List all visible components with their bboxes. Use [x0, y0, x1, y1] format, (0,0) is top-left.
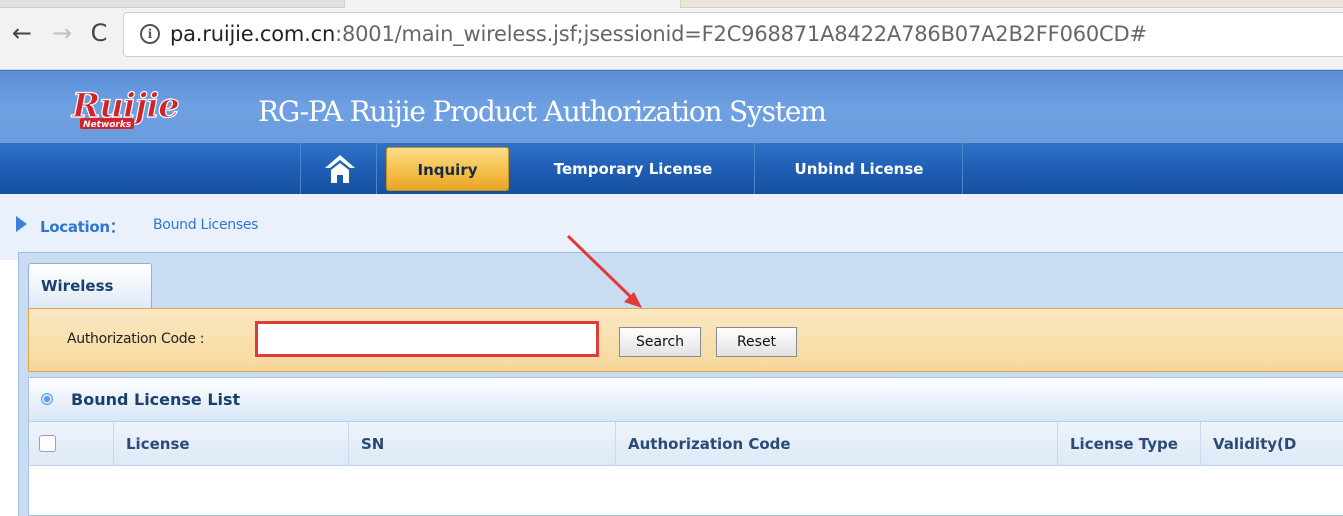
url-text[interactable]: pa.ruijie.com.cn:8001/main_wireless.jsf;…: [170, 22, 1147, 46]
menu-divider: [962, 143, 963, 195]
menu-item-inquiry[interactable]: Inquiry: [386, 147, 509, 191]
main-menu: Inquiry Temporary License Unbind License: [0, 142, 1343, 195]
authorization-code-label: Authorization Code :: [67, 331, 205, 347]
reset-button[interactable]: Reset: [716, 327, 797, 357]
url-path: :8001/main_wireless.jsf;jsessionid=F2C96…: [335, 22, 1147, 46]
menu-divider: [754, 143, 755, 195]
column-header-sn[interactable]: SN: [348, 422, 615, 466]
bullet-icon: [42, 394, 52, 404]
url-host: pa.ruijie.com.cn: [170, 22, 336, 46]
home-icon[interactable]: [322, 151, 358, 187]
column-header-license[interactable]: License: [113, 422, 348, 466]
column-header-validity[interactable]: Validity(D: [1200, 422, 1343, 466]
breadcrumb: Location： Bound Licenses: [0, 194, 1343, 260]
list-title: Bound License List: [71, 390, 241, 409]
app-header: Ruijie Networks RG-PA Ruijie Product Aut…: [0, 70, 1343, 142]
column-header-license-type[interactable]: License Type: [1057, 422, 1200, 466]
app-title: RG-PA Ruijie Product Authorization Syste…: [258, 95, 827, 128]
browser-tab[interactable]: [0, 0, 345, 8]
search-bar: Authorization Code : Search Reset: [28, 308, 1343, 372]
forward-arrow-icon[interactable]: →: [48, 18, 76, 48]
bound-license-list: Bound License List License SN Authorizat…: [28, 377, 1343, 516]
location-arrow-icon: [16, 216, 27, 232]
address-bar[interactable]: i pa.ruijie.com.cn:8001/main_wireless.js…: [123, 12, 1343, 57]
ruijie-logo: Ruijie Networks: [70, 85, 180, 130]
select-all-checkbox[interactable]: [39, 435, 56, 452]
select-all-column: [29, 422, 113, 466]
menu-item-temporary-license[interactable]: Temporary License: [520, 143, 746, 195]
reload-icon[interactable]: C: [85, 18, 113, 48]
menu-divider: [376, 143, 377, 195]
menu-item-unbind-license[interactable]: Unbind License: [756, 143, 962, 195]
table-header: License SN Authorization Code License Ty…: [29, 422, 1343, 466]
browser-tab[interactable]: [680, 0, 1343, 8]
annotation-arrow-icon: [566, 234, 642, 308]
search-button[interactable]: Search: [619, 327, 701, 357]
browser-toolbar: ← → C i pa.ruijie.com.cn:8001/main_wirel…: [0, 0, 1343, 70]
info-icon[interactable]: i: [140, 24, 160, 44]
back-arrow-icon[interactable]: ←: [8, 18, 36, 48]
column-header-authorization-code[interactable]: Authorization Code: [615, 422, 1057, 466]
tab-wireless[interactable]: Wireless: [28, 263, 152, 308]
location-label: Location：: [40, 218, 125, 236]
menu-divider: [300, 143, 301, 195]
logo-sub-text: Networks: [83, 120, 132, 130]
authorization-code-input[interactable]: [255, 321, 599, 357]
location-value: Bound Licenses: [153, 217, 259, 233]
list-header: Bound License List: [29, 378, 1343, 422]
